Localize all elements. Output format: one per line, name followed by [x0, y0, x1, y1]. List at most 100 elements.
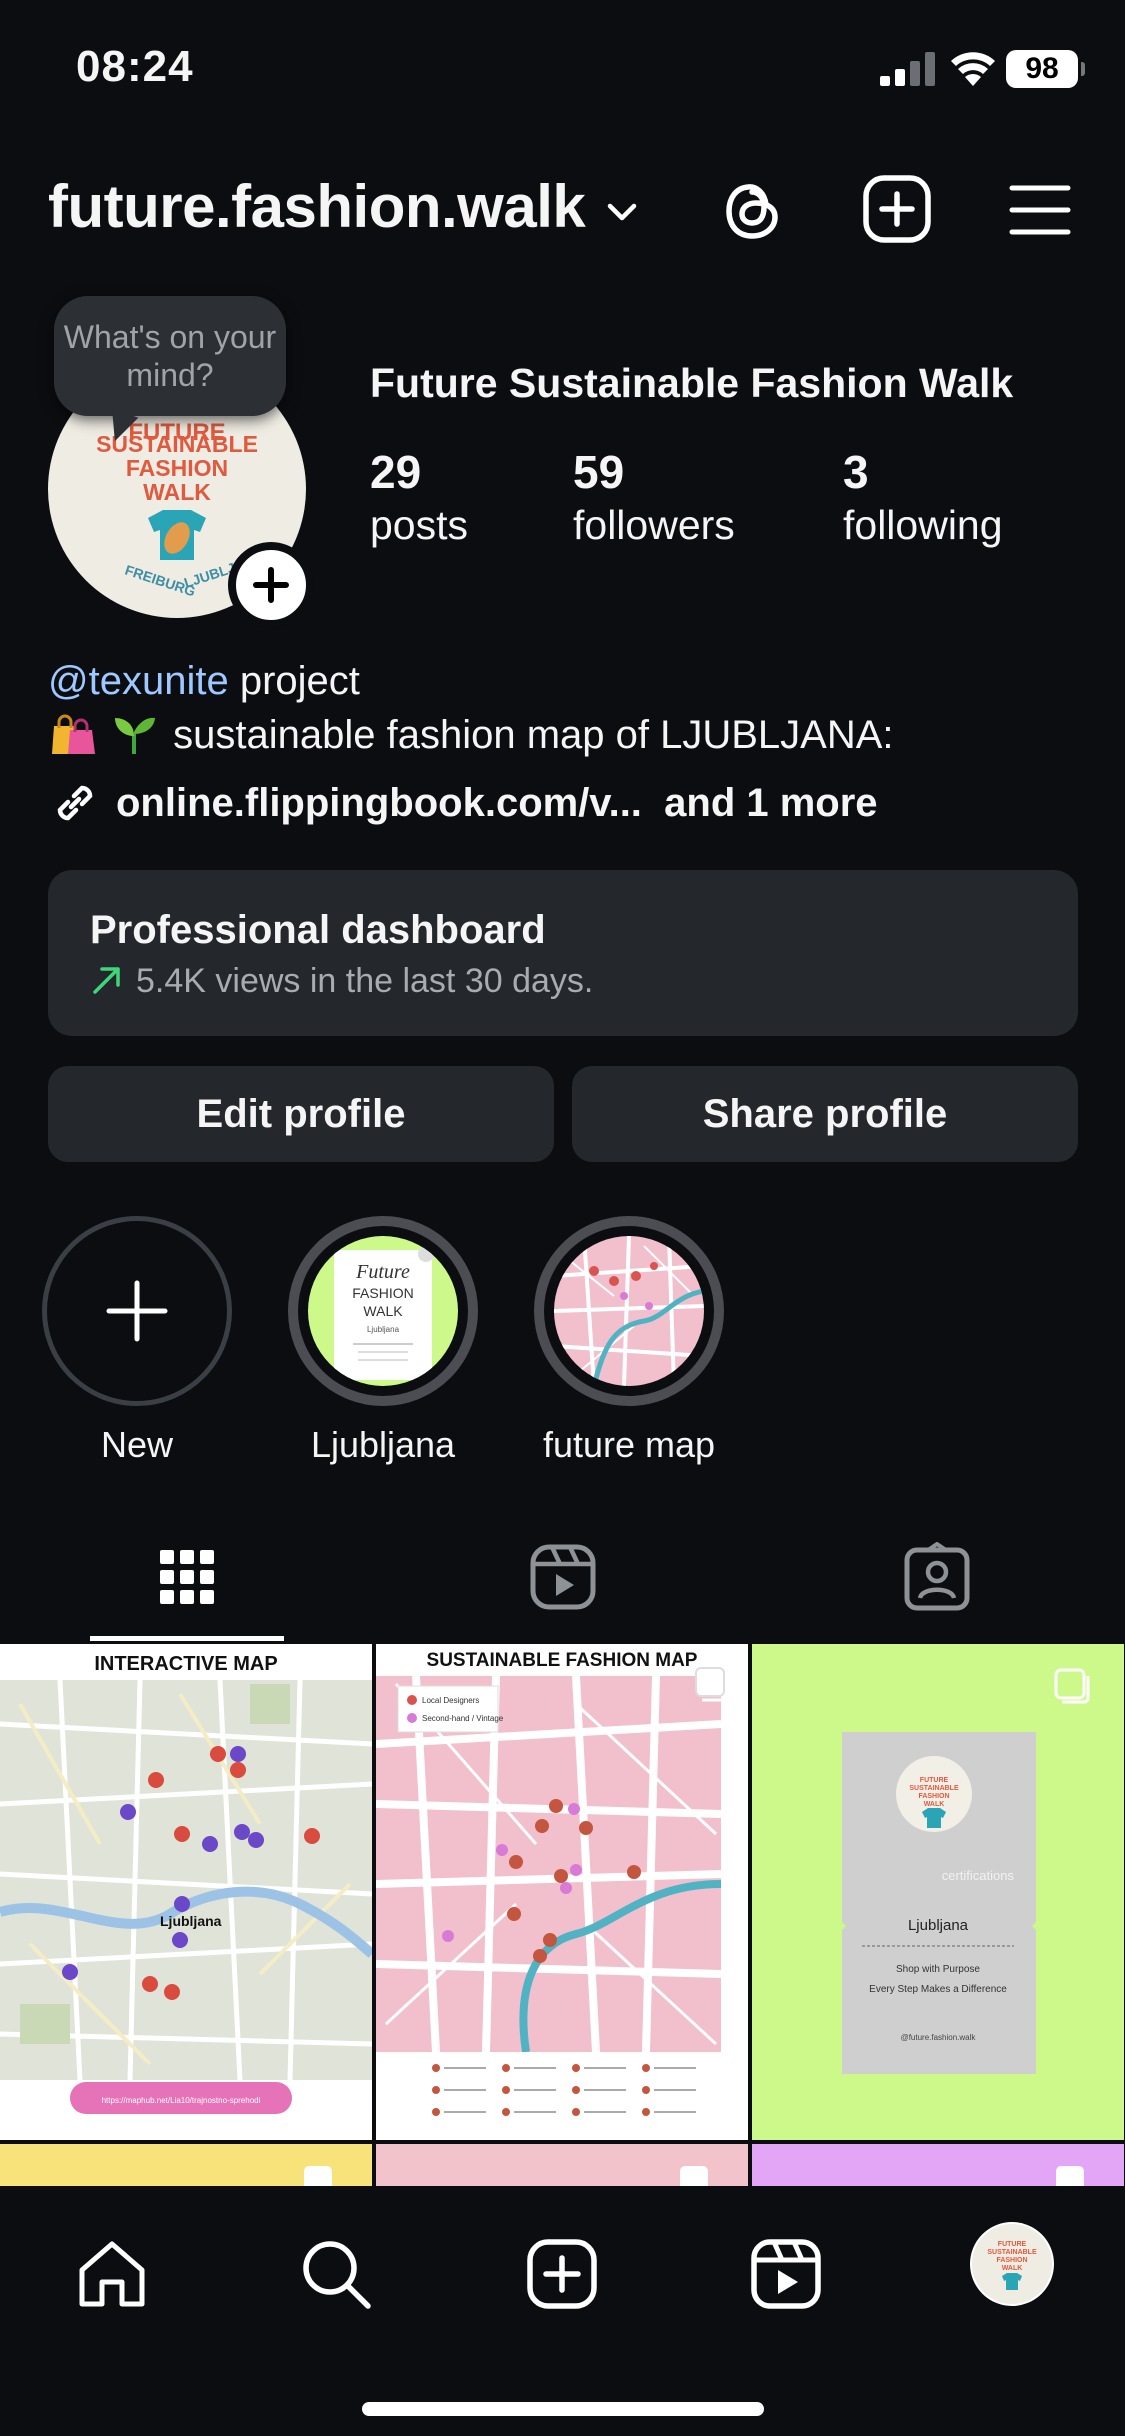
highlight-cover-image: Future FASHION WALK Ljubljana	[334, 1246, 434, 1380]
threads-icon[interactable]	[718, 174, 786, 246]
dashboard-title: Professional dashboard	[90, 908, 546, 952]
following-count: 3	[843, 446, 869, 498]
highlight-label: future map	[542, 1424, 716, 1465]
hamburger-menu-icon[interactable]	[1008, 180, 1072, 240]
post-row2-item-1[interactable]	[0, 2144, 372, 2186]
post-sustainable-fashion-map[interactable]: SUSTAINABLE FASHION MAP Local Designers …	[376, 1644, 748, 2140]
post-row2-item-2[interactable]	[376, 2144, 748, 2186]
svg-text:Ljubljana: Ljubljana	[908, 1917, 969, 1934]
chevron-down-icon[interactable]	[604, 194, 640, 230]
reels-icon[interactable]	[748, 2236, 824, 2312]
highlight-ljubljana[interactable]: Future FASHION WALK Ljubljana Ljubljana	[288, 1216, 478, 1466]
svg-text:Ljubljana: Ljubljana	[367, 1325, 400, 1334]
svg-text:Ljubljana: Ljubljana	[160, 1913, 222, 1929]
create-post-icon[interactable]	[862, 174, 932, 244]
svg-text:Future: Future	[355, 1261, 410, 1283]
bio-line-2-text: sustainable fashion map of LJUBLJANA:	[173, 713, 894, 757]
stat-posts[interactable]: 29 posts	[370, 444, 468, 550]
cellular-signal-icon	[880, 52, 935, 86]
display-name: Future Sustainable Fashion Walk	[370, 360, 1014, 406]
svg-text:FASHION: FASHION	[126, 455, 228, 481]
svg-text:SUSTAINABLE FASHION MAP: SUSTAINABLE FASHION MAP	[427, 1650, 698, 1671]
svg-text:FUTURE: FUTURE	[920, 1777, 949, 1784]
posts-grid: INTERACTIVE MAP Ljubljana https://maphub…	[0, 1644, 1125, 2186]
svg-text:FASHION: FASHION	[352, 1285, 413, 1301]
svg-text:certifications: certifications	[942, 1868, 1015, 1883]
svg-text:FUTURE: FUTURE	[998, 2241, 1027, 2248]
dashboard-views-text: 5.4K views in the last 30 days.	[136, 962, 594, 1000]
post-interactive-map[interactable]: INTERACTIVE MAP Ljubljana https://maphub…	[0, 1644, 372, 2140]
search-icon[interactable]	[298, 2236, 374, 2312]
seedling-emoji-icon	[115, 717, 156, 754]
svg-text:Shop with Purpose: Shop with Purpose	[896, 1964, 980, 1975]
plus-icon	[106, 1280, 168, 1342]
bio-mention-link[interactable]: @texunite	[48, 659, 229, 703]
professional-dashboard-card[interactable]: Professional dashboard 5.4K views in the…	[48, 870, 1078, 1036]
dashboard-subtitle: 5.4K views in the last 30 days.	[90, 962, 593, 1001]
link-icon	[57, 785, 93, 821]
svg-text:https://maphub.net/Lia10/trajn: https://maphub.net/Lia10/trajnostno-spre…	[102, 2096, 261, 2105]
create-icon[interactable]	[524, 2236, 600, 2312]
post-image: FUTURE SUSTAINABLE FASHION WALK certific…	[842, 1732, 1036, 2074]
svg-text:Local Designers: Local Designers	[422, 1696, 479, 1705]
add-story-button[interactable]	[228, 542, 314, 628]
highlight-future-map-thumb	[554, 1236, 704, 1386]
plus-icon	[253, 567, 289, 603]
edit-profile-button[interactable]: Edit profile	[48, 1066, 554, 1162]
svg-text:FASHION: FASHION	[918, 1793, 949, 1800]
wifi-icon	[951, 52, 995, 86]
profile-avatar[interactable]: FUTURE SUSTAINABLE FASHION WALK	[970, 2222, 1054, 2306]
followers-count: 59	[573, 446, 625, 498]
highlight-future-map[interactable]: future map	[534, 1216, 724, 1466]
bottom-navigation: FUTURE SUSTAINABLE FASHION WALK	[0, 2186, 1125, 2436]
carousel-icon	[695, 1667, 730, 1702]
highlight-label: New	[100, 1424, 174, 1465]
bio-link-more[interactable]: and 1 more	[664, 781, 877, 825]
svg-text:INTERACTIVE MAP: INTERACTIVE MAP	[94, 1653, 277, 1675]
following-label: following	[843, 502, 1003, 548]
posts-count: 29	[370, 446, 422, 498]
post-image: SUSTAINABLE FASHION MAP Local Designers …	[376, 1650, 748, 2140]
highlight-map-image	[554, 1236, 704, 1386]
carousel-icon	[680, 2166, 708, 2186]
svg-text:Every Step Makes a Difference: Every Step Makes a Difference	[869, 1984, 1007, 1995]
grid-icon[interactable]	[152, 1542, 222, 1612]
stat-following[interactable]: 3 following	[843, 444, 1003, 550]
highlight-new[interactable]: New	[42, 1216, 232, 1466]
profile-bio: @texunite project sustainable fashion ma…	[48, 654, 1078, 762]
tagged-icon[interactable]	[902, 1542, 972, 1612]
trending-up-icon	[93, 967, 120, 994]
bio-line-1-text: project	[228, 659, 360, 703]
svg-text:@future.fashion.walk: @future.fashion.walk	[901, 2033, 977, 2042]
profile-tabs	[0, 1530, 1125, 1642]
home-icon[interactable]	[74, 2236, 150, 2312]
profile-header: future.fashion.walk	[0, 160, 1125, 260]
highlight-ljubljana-ring: Future FASHION WALK Ljubljana	[288, 1216, 478, 1406]
bio-line-2: sustainable fashion map of LJUBLJANA:	[48, 708, 1078, 762]
svg-text:FASHION: FASHION	[996, 2257, 1027, 2264]
avatar-logo-image: FUTURE SUSTAINABLE FASHION WALK	[987, 2241, 1037, 2290]
post-row2-item-3[interactable]	[752, 2144, 1124, 2186]
status-bar: 08:24 98	[0, 0, 1125, 140]
reels-icon[interactable]	[528, 1542, 598, 1612]
share-profile-button[interactable]: Share profile	[572, 1066, 1078, 1162]
post-future-fashion-walk-ticket[interactable]: FUTURE SUSTAINABLE FASHION WALK certific…	[752, 1644, 1124, 2140]
account-username[interactable]: future.fashion.walk	[48, 172, 586, 241]
carousel-icon	[304, 2166, 332, 2186]
svg-text:WALK: WALK	[1002, 2265, 1023, 2272]
svg-text:WALK: WALK	[363, 1303, 403, 1319]
bio-line-1: @texunite project	[48, 654, 1078, 708]
bio-link[interactable]: online.flippingbook.com/v... and 1 more	[48, 776, 878, 830]
highlight-ljubljana-thumb: Future FASHION WALK Ljubljana	[308, 1236, 458, 1386]
note-bubble[interactable]: What's on your mind?	[54, 296, 286, 416]
stat-followers[interactable]: 59 followers	[573, 444, 735, 550]
svg-text:SUSTAINABLE: SUSTAINABLE	[909, 1785, 959, 1792]
highlight-future-map-ring	[534, 1216, 724, 1406]
followers-label: followers	[573, 502, 735, 548]
posts-label: posts	[370, 502, 468, 548]
note-bubble-text: What's on your mind?	[63, 319, 277, 393]
svg-text:WALK: WALK	[143, 479, 211, 505]
svg-text:WALK: WALK	[924, 1801, 945, 1808]
svg-text:Second-hand / Vintage: Second-hand / Vintage	[422, 1714, 504, 1723]
carousel-icon	[1054, 1668, 1090, 1704]
